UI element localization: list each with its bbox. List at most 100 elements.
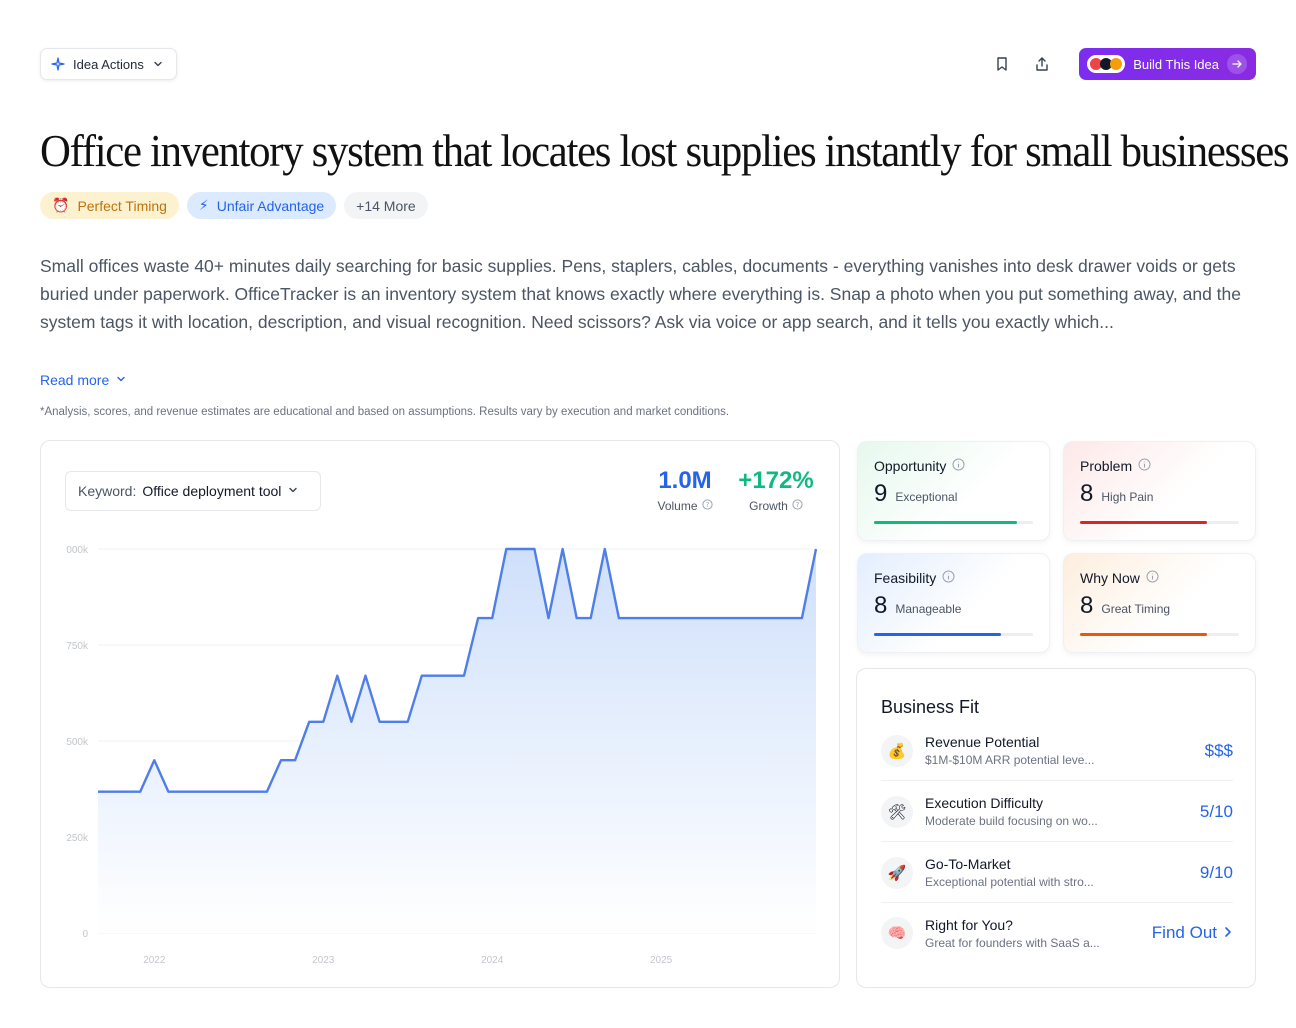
growth-value: +172% bbox=[738, 467, 814, 494]
fit-row-subtitle: $1M-$10M ARR potential leve... bbox=[925, 753, 1095, 767]
y-tick-label: 500k bbox=[66, 737, 89, 748]
fit-row-execution-difficulty[interactable]: 🛠 Execution Difficulty Moderate build fo… bbox=[881, 782, 1233, 842]
fit-row-name: Revenue Potential bbox=[925, 734, 1040, 750]
keyword-trend-card: 0 250k 500k 750k 000k 2022 2023 2024 2025 Keywor… bbox=[40, 440, 840, 988]
y-tick-label: 000k bbox=[66, 545, 89, 556]
tools-icon: 🛠 bbox=[881, 795, 913, 828]
build-button-label: Build This Idea bbox=[1133, 56, 1219, 72]
score-bar bbox=[1080, 521, 1239, 524]
score-tag: High Pain bbox=[1101, 490, 1154, 504]
info-icon[interactable] bbox=[1146, 570, 1159, 586]
alarm-clock-icon: ⏰ bbox=[52, 197, 70, 213]
score-card-opportunity[interactable]: Opportunity 9 Exceptional bbox=[857, 441, 1050, 541]
score-value: 8 bbox=[874, 592, 888, 619]
fit-row-go-to-market[interactable]: 🚀 Go-To-Market Exceptional potential wit… bbox=[881, 843, 1233, 903]
read-more-label: Read more bbox=[40, 372, 110, 388]
x-tick-label: 2025 bbox=[650, 955, 673, 966]
x-tick-label: 2023 bbox=[312, 955, 335, 966]
fit-row-subtitle: Great for founders with SaaS a... bbox=[925, 935, 1100, 950]
svg-text:?: ? bbox=[705, 501, 709, 509]
y-tick-label: 0 bbox=[82, 929, 88, 940]
score-title: Why Now bbox=[1080, 570, 1140, 586]
fit-row-subtitle: Exceptional potential with stro... bbox=[925, 875, 1094, 889]
disclaimer: *Analysis, scores, and revenue estimates… bbox=[40, 406, 730, 418]
chevron-down-icon bbox=[152, 58, 164, 70]
tag-perfect-timing[interactable]: ⏰ Perfect Timing bbox=[40, 192, 179, 219]
tag-more[interactable]: +14 More bbox=[344, 192, 428, 219]
score-bar-fill bbox=[874, 521, 1018, 524]
score-bar bbox=[874, 633, 1033, 636]
lightning-icon: ⚡ bbox=[198, 197, 209, 213]
keyword-label: Keyword: bbox=[78, 483, 137, 499]
money-bag-icon: 💰 bbox=[881, 734, 913, 767]
growth-label: Growth bbox=[749, 499, 788, 513]
score-title: Feasibility bbox=[874, 570, 937, 586]
find-out-label: Find Out bbox=[1151, 923, 1217, 942]
info-icon[interactable] bbox=[1138, 458, 1151, 474]
partner-logos-icon bbox=[1087, 55, 1126, 73]
score-value: 8 bbox=[1080, 480, 1094, 507]
rocket-icon: 🚀 bbox=[881, 856, 913, 889]
fit-row-subtitle: Moderate build focusing on wo... bbox=[925, 814, 1098, 828]
score-card-why-now[interactable]: Why Now 8 Great Timing bbox=[1063, 553, 1256, 653]
build-this-idea-button[interactable]: Build This Idea bbox=[1079, 48, 1256, 80]
page-title: Office inventory system that locates los… bbox=[40, 125, 1290, 176]
help-icon[interactable]: ? bbox=[701, 499, 713, 513]
score-bar-fill bbox=[1080, 521, 1208, 524]
score-tag: Great Timing bbox=[1101, 602, 1171, 616]
score-bar bbox=[874, 521, 1033, 524]
read-more-link[interactable]: Read more bbox=[40, 372, 127, 388]
score-card-problem[interactable]: Problem 8 High Pain bbox=[1063, 441, 1256, 541]
score-bar bbox=[1080, 633, 1239, 636]
score-bar-fill bbox=[874, 633, 1002, 636]
fit-row-right-for-you[interactable]: 🧠 Right for You? Great for founders with… bbox=[881, 903, 1233, 963]
score-tag: Manageable bbox=[895, 602, 962, 616]
tag-label: +14 More bbox=[356, 197, 416, 214]
business-fit-title: Business Fit bbox=[881, 697, 980, 717]
chevron-down-icon bbox=[287, 483, 299, 499]
y-tick-label: 250k bbox=[66, 833, 89, 844]
idea-description: Small offices waste 40+ minutes daily se… bbox=[40, 256, 1242, 332]
chevron-right-icon bbox=[1223, 923, 1233, 943]
trend-chart: 0 250k 500k 750k 000k 2022 2023 2024 2025 bbox=[66, 545, 818, 966]
score-title: Problem bbox=[1080, 458, 1133, 474]
x-tick-label: 2024 bbox=[481, 955, 504, 966]
x-tick-label: 2022 bbox=[143, 955, 166, 966]
business-fit-card: Business Fit 💰 Revenue Potential $1M-$10… bbox=[856, 668, 1256, 988]
fit-row-value: 5/10 bbox=[1199, 801, 1233, 821]
idea-actions-label: Idea Actions bbox=[73, 56, 144, 72]
score-tag: Exceptional bbox=[895, 490, 958, 504]
tag-label: Perfect Timing bbox=[77, 197, 167, 214]
score-title: Opportunity bbox=[874, 458, 947, 474]
info-icon[interactable] bbox=[942, 570, 955, 586]
fit-row-name: Right for You? bbox=[925, 916, 1013, 933]
help-icon[interactable]: ? bbox=[792, 499, 803, 513]
score-bar-fill bbox=[1080, 633, 1208, 636]
score-value: 9 bbox=[874, 480, 888, 507]
tag-label: Unfair Advantage bbox=[216, 197, 325, 214]
volume-label: Volume bbox=[657, 499, 698, 513]
score-value: 8 bbox=[1080, 592, 1094, 619]
bookmark-icon[interactable] bbox=[989, 51, 1015, 77]
volume-metric: 1.0M Volume ? bbox=[655, 467, 715, 513]
fit-row-value: $$$ bbox=[1204, 740, 1233, 760]
chevron-down-icon bbox=[115, 372, 127, 388]
sparkle-icon bbox=[51, 57, 65, 71]
arrow-right-icon bbox=[1227, 54, 1247, 74]
idea-actions-button[interactable]: Idea Actions bbox=[40, 48, 177, 80]
score-card-feasibility[interactable]: Feasibility 8 Manageable bbox=[857, 553, 1050, 653]
fit-row-value: 9/10 bbox=[1199, 862, 1233, 882]
brain-icon: 🧠 bbox=[881, 917, 913, 949]
y-tick-label: 750k bbox=[66, 641, 89, 652]
fit-row-name: Go-To-Market bbox=[925, 856, 1011, 872]
find-out-link[interactable]: Find Out bbox=[1152, 923, 1233, 943]
svg-text:?: ? bbox=[795, 501, 799, 509]
info-icon[interactable] bbox=[952, 458, 965, 474]
growth-metric: +172% Growth ? bbox=[735, 467, 817, 513]
keyword-value: Office deployment tool bbox=[142, 483, 282, 499]
tag-unfair-advantage[interactable]: ⚡ Unfair Advantage bbox=[186, 192, 337, 219]
share-icon[interactable] bbox=[1029, 51, 1055, 77]
fit-row-name: Execution Difficulty bbox=[925, 795, 1044, 811]
keyword-select[interactable]: Keyword: Office deployment tool bbox=[65, 471, 321, 511]
fit-row-revenue-potential[interactable]: 💰 Revenue Potential $1M-$10M ARR potenti… bbox=[881, 721, 1233, 781]
